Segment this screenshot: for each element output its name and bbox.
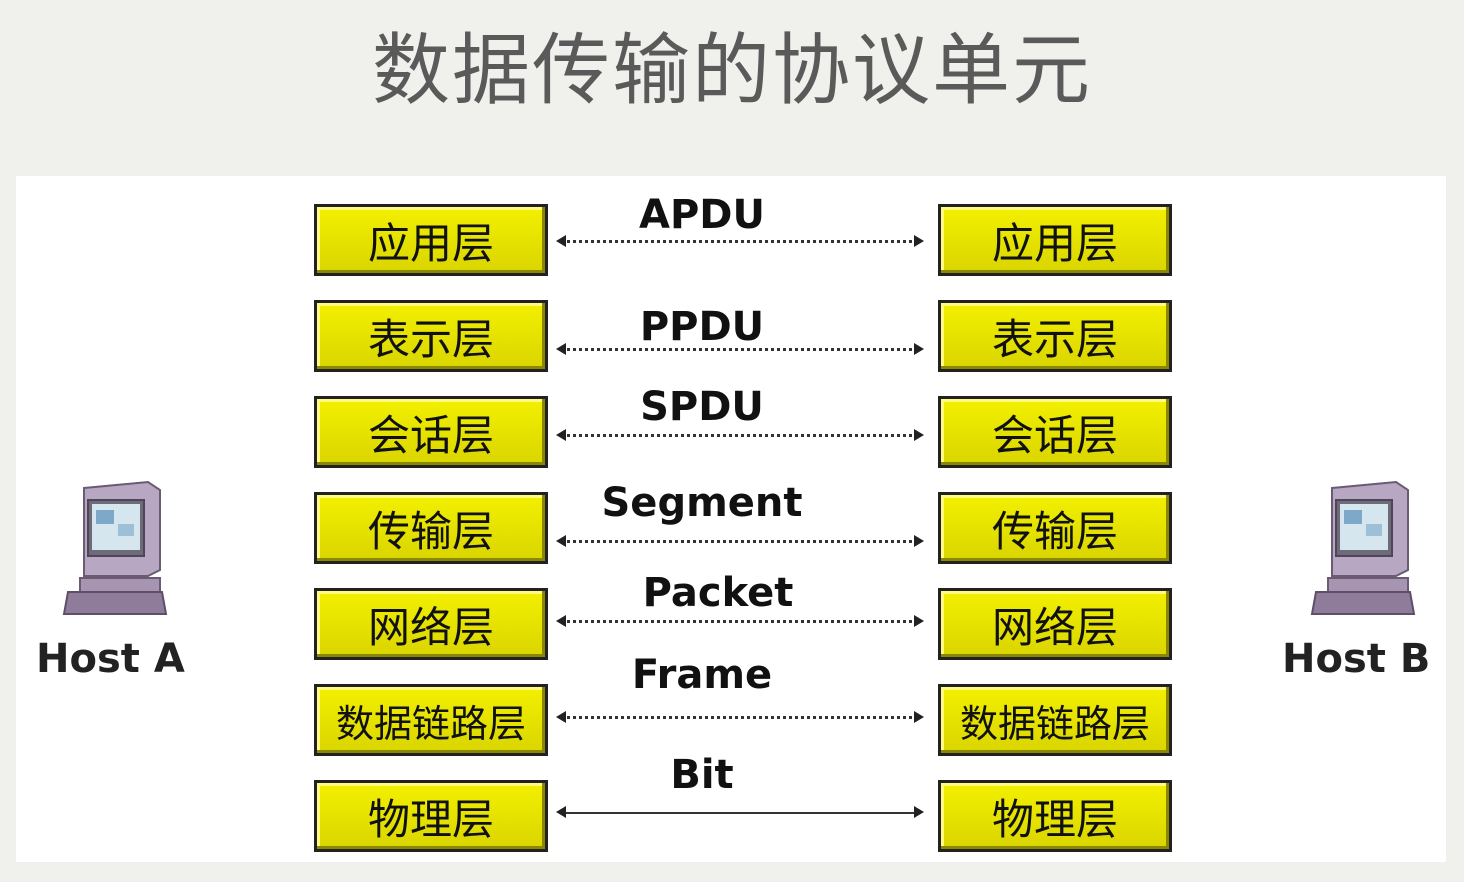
pdu-label-frame: Frame bbox=[631, 652, 773, 698]
host-b-layer-presentation: 表示层 bbox=[938, 300, 1172, 372]
host-b-layer-network: 网络层 bbox=[938, 588, 1172, 660]
pdu-label-ppdu: PPDU bbox=[639, 304, 765, 350]
pdu-label-spdu: SPDU bbox=[640, 384, 764, 430]
pdu-arrow-frame bbox=[556, 711, 924, 723]
host-a-layer-physical: 物理层 bbox=[314, 780, 548, 852]
pdu-label-bit: Bit bbox=[670, 752, 734, 798]
host-a-layer-data-link: 数据链路层 bbox=[314, 684, 548, 756]
host-a-layer-session: 会话层 bbox=[314, 396, 548, 468]
host-b-computer-icon bbox=[1310, 480, 1416, 615]
pdu-arrow-spdu bbox=[556, 429, 924, 441]
host-b-layer-application: 应用层 bbox=[938, 204, 1172, 276]
pdu-label-segment: Segment bbox=[601, 480, 803, 526]
host-a-layer-network: 网络层 bbox=[314, 588, 548, 660]
host-b-label: Host B bbox=[1282, 636, 1431, 682]
host-b-layer-data-link: 数据链路层 bbox=[938, 684, 1172, 756]
host-a-layer-presentation: 表示层 bbox=[314, 300, 548, 372]
host-b-layer-physical: 物理层 bbox=[938, 780, 1172, 852]
pdu-arrow-apdu bbox=[556, 235, 924, 247]
pdu-label-packet: Packet bbox=[642, 570, 794, 616]
pdu-arrow-bit bbox=[556, 806, 924, 818]
page-title: 数据传输的协议单元 bbox=[371, 26, 1092, 116]
host-a-layer-transport: 传输层 bbox=[314, 492, 548, 564]
pdu-label-apdu: APDU bbox=[639, 192, 765, 238]
host-a-computer-icon bbox=[62, 480, 168, 615]
diagram-panel: Host A Host B 应用层 APDU 应用层 表示层 PPDU 表示层 … bbox=[16, 176, 1446, 862]
pdu-arrow-ppdu bbox=[556, 343, 924, 355]
pdu-arrow-segment bbox=[556, 535, 924, 547]
host-a-layer-application: 应用层 bbox=[314, 204, 548, 276]
host-b-layer-transport: 传输层 bbox=[938, 492, 1172, 564]
host-a-label: Host A bbox=[36, 636, 185, 682]
pdu-arrow-packet bbox=[556, 615, 924, 627]
host-b-layer-session: 会话层 bbox=[938, 396, 1172, 468]
